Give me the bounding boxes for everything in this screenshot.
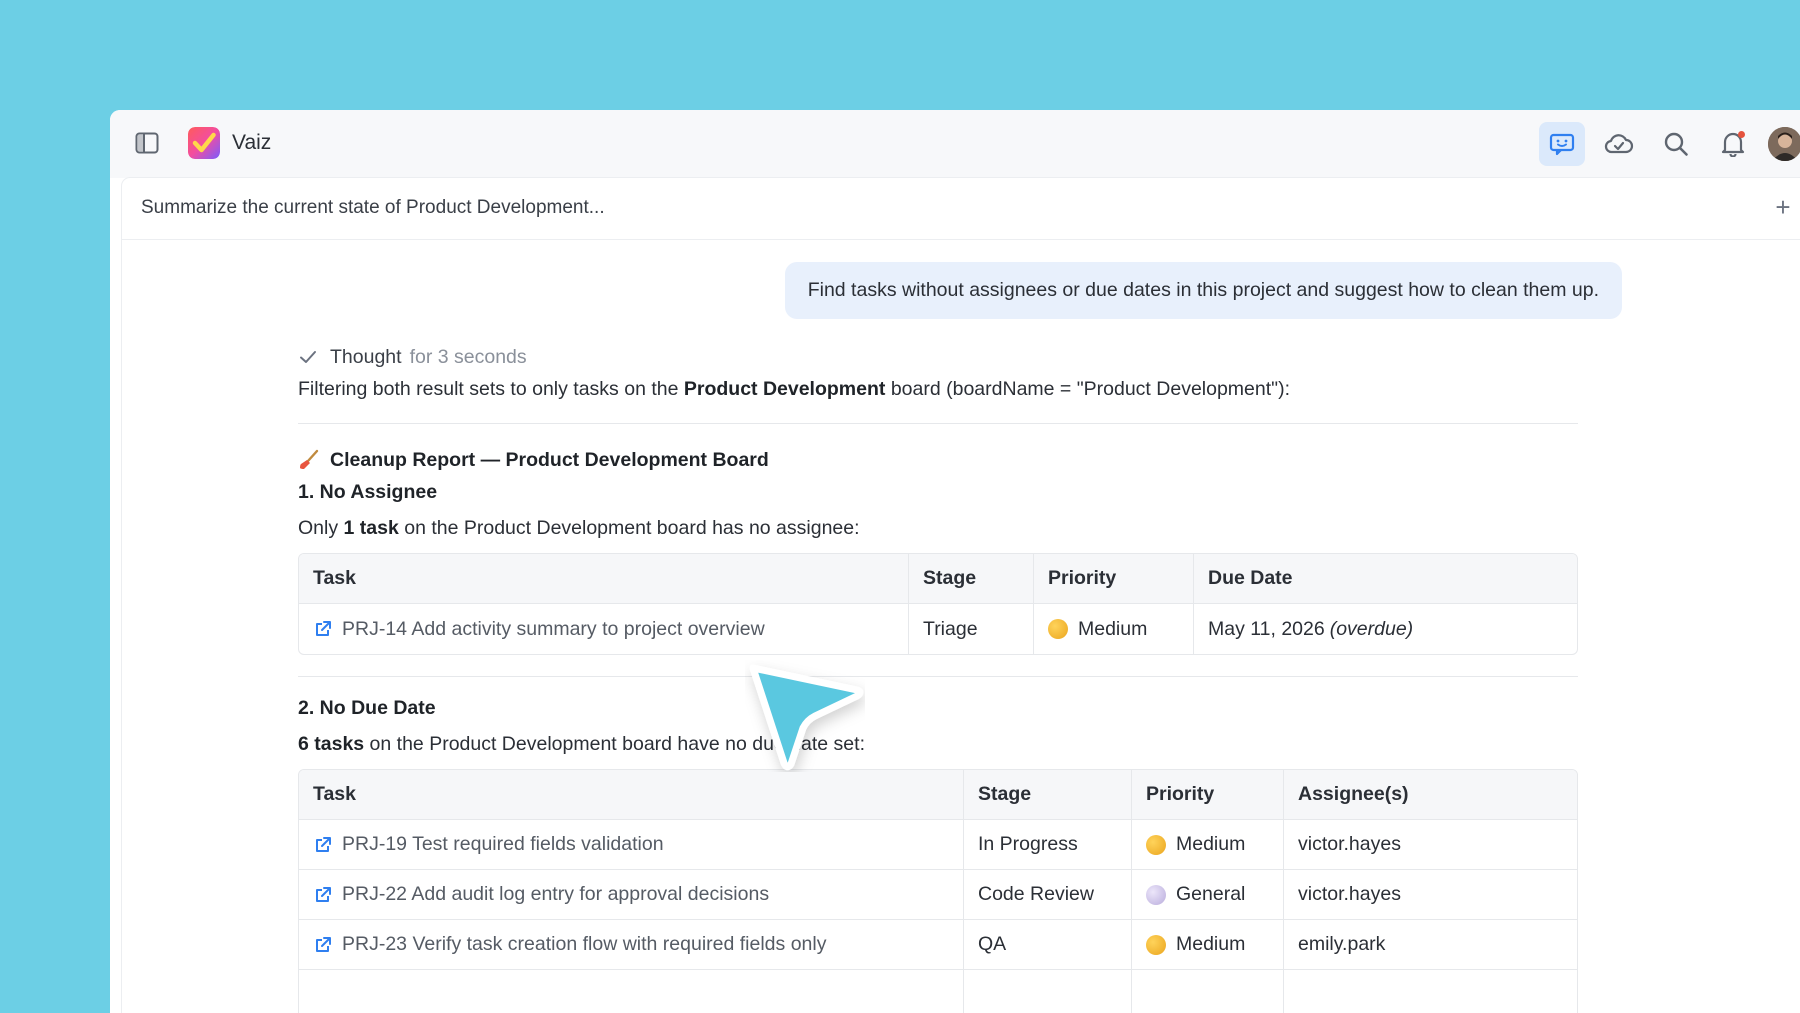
chat-title[interactable]: Summarize the current state of Product D… <box>141 197 605 219</box>
column-header: Task <box>299 770 964 820</box>
section2-summary: 6 tasks on the Product Development board… <box>298 733 865 755</box>
priority-medium-icon <box>1146 934 1166 955</box>
cloud-sync-button[interactable] <box>1596 122 1642 166</box>
table-header-row: Task Stage Priority Assignee(s) <box>299 770 1577 820</box>
chat-header: Summarize the current state of Product D… <box>122 178 1800 240</box>
table-header-row: Task Stage Priority Due Date <box>299 554 1577 604</box>
table-row: PRJ-22 Add audit log entry for approval … <box>299 870 1577 920</box>
external-link-icon[interactable] <box>313 835 333 855</box>
column-header: Task <box>299 554 909 604</box>
priority-label: General <box>1176 883 1246 905</box>
title-bar: Vaiz <box>110 110 1800 178</box>
assistant-response: Thought for 3 seconds Filtering both res… <box>298 344 1578 1013</box>
thought-toggle[interactable]: Thought for 3 seconds <box>298 344 1578 370</box>
report-title: Cleanup Report — Product Development Boa… <box>298 446 1578 474</box>
priority-medium-icon <box>1048 619 1068 639</box>
section-heading-no-assignee: 1. No Assignee <box>298 481 438 503</box>
sidebar-toggle-icon[interactable] <box>130 126 164 160</box>
priority-medium-icon <box>1146 834 1166 855</box>
task-link[interactable]: PRJ-19 Test required fields validation <box>342 833 664 856</box>
task-link[interactable]: PRJ-14 Add activity summary to project o… <box>342 618 765 641</box>
no-due-date-table: Task Stage Priority Assignee(s) PRJ-19 T… <box>298 769 1578 1013</box>
thought-label: Thought <box>330 345 402 368</box>
column-header: Priority <box>1034 554 1194 604</box>
ai-chat-button[interactable] <box>1539 122 1585 166</box>
task-link[interactable]: PRJ-23 Verify task creation flow with re… <box>342 933 826 956</box>
search-button[interactable] <box>1653 122 1699 166</box>
section1-summary: Only 1 task on the Product Development b… <box>298 517 860 539</box>
table-row: PRJ-19 Test required fields validation I… <box>299 820 1577 870</box>
cloud-sync-icon <box>1604 134 1634 154</box>
no-assignee-table: Task Stage Priority Due Date PRJ-14 Add … <box>298 553 1578 655</box>
stage-cell: Code Review <box>964 870 1132 920</box>
due-date-cell: May 11, 2026 (overdue) <box>1208 617 1414 640</box>
task-link[interactable]: PRJ-22 Add audit log entry for approval … <box>342 883 769 906</box>
pointer-cursor-icon <box>749 664 864 771</box>
external-link-icon[interactable] <box>313 885 333 905</box>
intro-text: Filtering both result sets to only tasks… <box>298 378 1290 400</box>
divider <box>298 423 1578 424</box>
column-header: Due Date <box>1194 554 1577 604</box>
table-row <box>299 970 1577 1013</box>
priority-label: Medium <box>1078 617 1148 640</box>
priority-label: Medium <box>1176 933 1246 955</box>
divider <box>298 676 1578 677</box>
notification-badge <box>1738 131 1745 138</box>
vaiz-logo <box>188 127 220 159</box>
table-row: PRJ-14 Add activity summary to project o… <box>299 604 1577 654</box>
column-header: Stage <box>964 770 1132 820</box>
assignee-cell: emily.park <box>1284 920 1577 970</box>
notifications-button[interactable] <box>1710 122 1756 166</box>
new-chat-button[interactable]: + <box>1768 192 1798 222</box>
search-icon <box>1664 132 1688 156</box>
external-link-icon[interactable] <box>313 935 333 955</box>
external-link-icon[interactable] <box>313 619 333 639</box>
chat-panel: Summarize the current state of Product D… <box>122 178 1800 1013</box>
app-name: Vaiz <box>232 131 272 154</box>
column-header: Assignee(s) <box>1284 770 1577 820</box>
broom-icon <box>300 449 319 469</box>
assignee-cell: victor.hayes <box>1284 870 1577 920</box>
stage-cell: In Progress <box>964 820 1132 870</box>
check-icon <box>300 351 316 363</box>
user-avatar[interactable] <box>1768 127 1800 161</box>
column-header: Stage <box>909 554 1034 604</box>
ai-chat-icon <box>1549 133 1575 156</box>
stage-cell: Triage <box>909 604 1034 654</box>
app-window: Vaiz Summarize the current state of Prod… <box>110 110 1800 1013</box>
section-heading-no-due-date: 2. No Due Date <box>298 697 436 719</box>
column-header: Priority <box>1132 770 1284 820</box>
assignee-cell: victor.hayes <box>1284 820 1577 870</box>
priority-label: Medium <box>1176 833 1246 855</box>
thought-duration: for 3 seconds <box>409 345 527 368</box>
table-row: PRJ-23 Verify task creation flow with re… <box>299 920 1577 970</box>
stage-cell: QA <box>964 920 1132 970</box>
priority-general-icon <box>1146 884 1166 905</box>
user-message: Find tasks without assignees or due date… <box>784 262 1622 319</box>
